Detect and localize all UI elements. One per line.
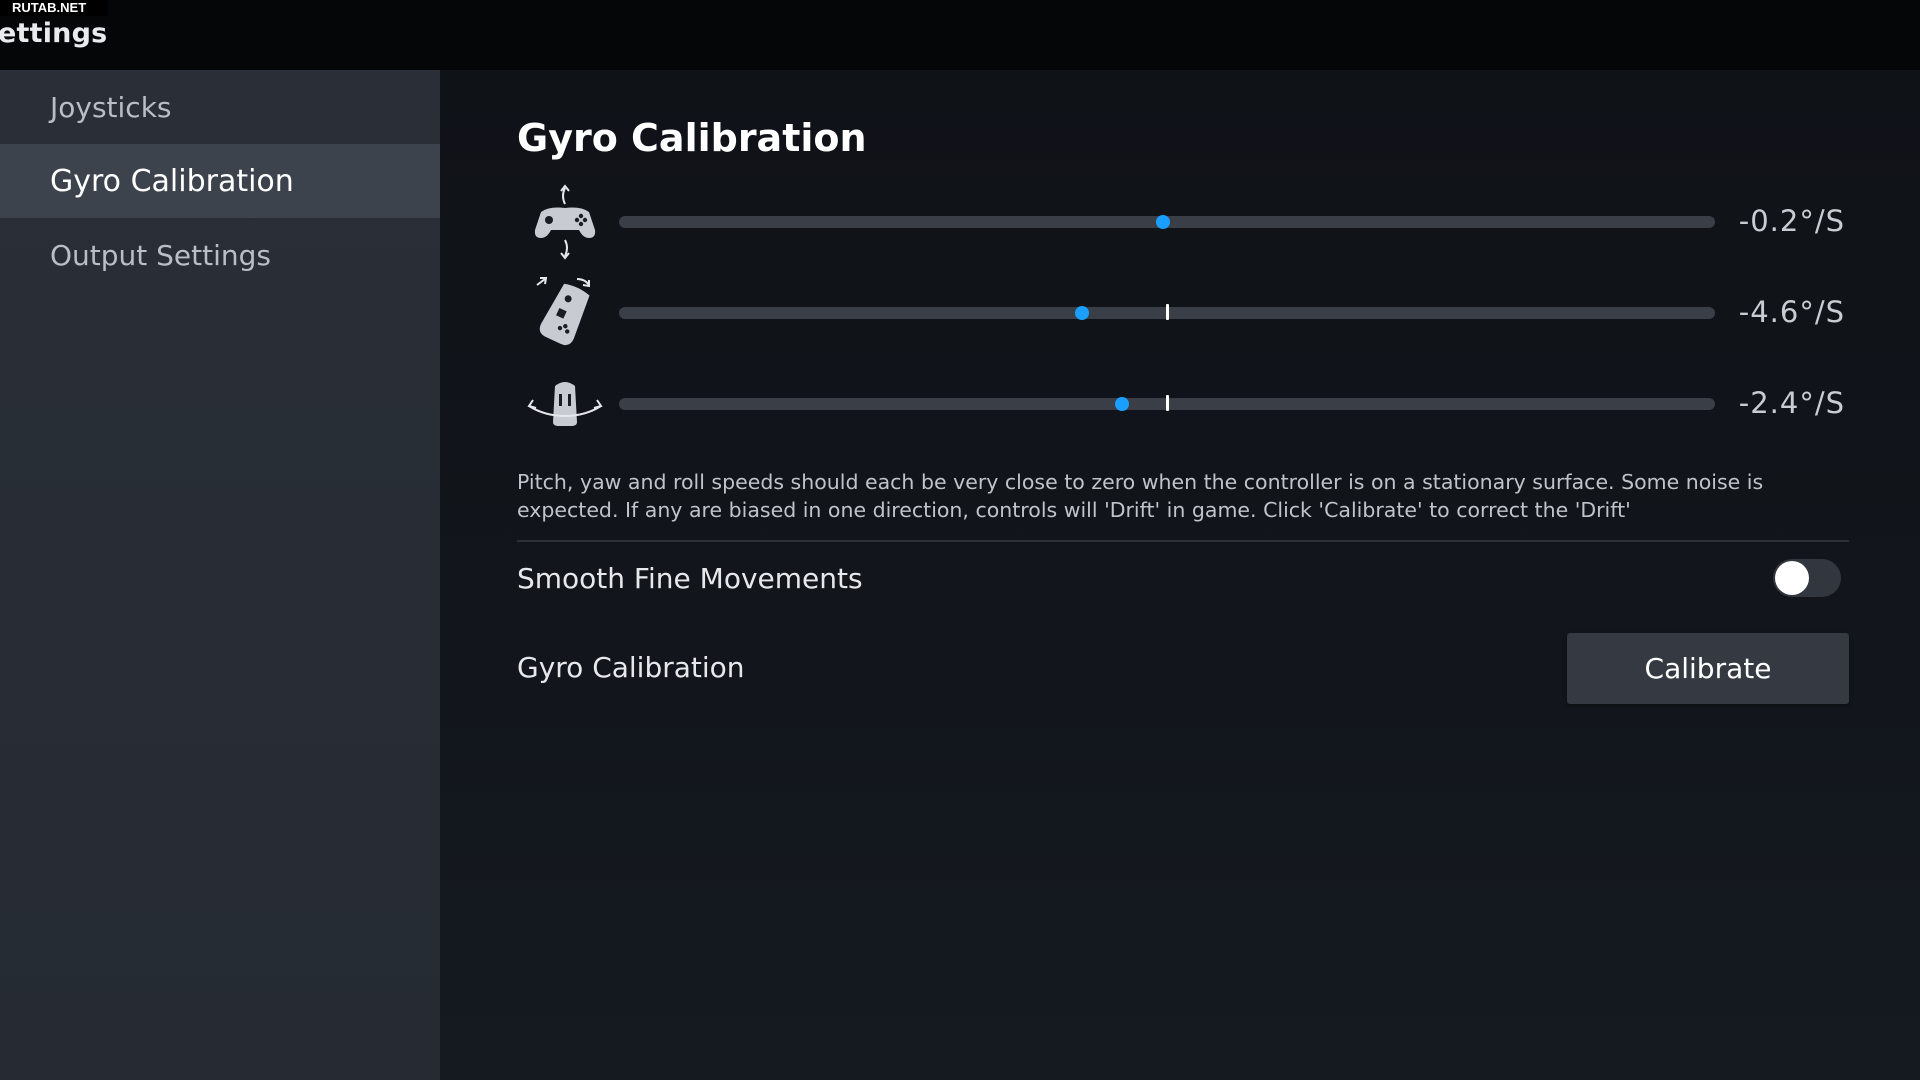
smooth-fine-movements-label: Smooth Fine Movements [517, 562, 863, 595]
pitch-slider-track [619, 215, 1715, 229]
gyro-roll-row: -4.6°/S [525, 273, 1845, 353]
yaw-slider-thumb [1115, 397, 1130, 411]
calibration-description: Pitch, yaw and roll speeds should each b… [517, 470, 1764, 522]
watermark: RUTAB.NET [0, 0, 108, 16]
pitch-slider-thumb [1156, 215, 1171, 229]
roll-readout: -4.6°/S [1738, 295, 1845, 329]
sidebar-item-joysticks[interactable]: Joysticks [0, 70, 440, 144]
yaw-center-tick [1166, 395, 1169, 411]
roll-center-tick [1166, 304, 1169, 320]
roll-slider-thumb [1074, 306, 1089, 320]
calibrate-button[interactable]: Calibrate [1567, 633, 1849, 704]
gyro-calibration-label: Gyro Calibration [517, 651, 745, 684]
roll-controller-icon [536, 277, 590, 346]
smooth-fine-movements-toggle[interactable] [1773, 559, 1841, 597]
page-title: Gyro Calibration [517, 116, 867, 160]
roll-slider-track [619, 304, 1715, 320]
yaw-slider-track [619, 395, 1715, 411]
main-panel: Gyro Calibration -0.2°/S -4.6°/S -2.4°/S… [440, 70, 1920, 1080]
sidebar-item-gyro-calibration[interactable]: Gyro Calibration [0, 144, 440, 218]
divider [517, 540, 1849, 542]
gyro-pitch-row: -0.2°/S [525, 182, 1845, 262]
gyro-yaw-row: -2.4°/S [525, 364, 1845, 444]
pitch-controller-icon [534, 184, 596, 260]
sidebar-item-output-settings[interactable]: Output Settings [0, 218, 440, 292]
pitch-readout: -0.2°/S [1738, 204, 1845, 238]
window-title: ettings [0, 18, 108, 49]
sidebar: Joysticks Gyro Calibration Output Settin… [0, 70, 440, 1080]
toggle-knob [1775, 561, 1809, 595]
yaw-controller-icon [527, 382, 603, 426]
title-bar: RUTAB.NET ettings [0, 0, 1920, 70]
yaw-readout: -2.4°/S [1738, 386, 1845, 420]
